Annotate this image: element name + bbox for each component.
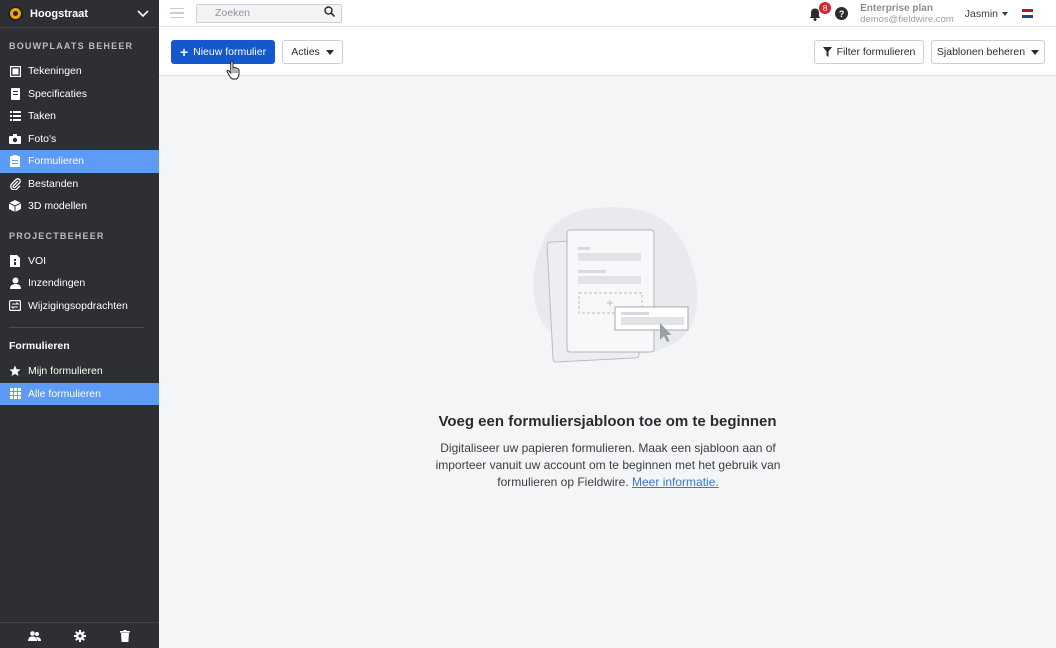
filter-forms-button[interactable]: Filter formulieren — [814, 40, 924, 64]
sidebar-item-label: Taken — [28, 110, 57, 123]
more-info-link[interactable]: Meer informatie. — [632, 475, 719, 489]
search-icon[interactable] — [324, 4, 336, 22]
sidebar-item-label: 3D modellen — [28, 200, 87, 213]
sidebar-item-3d-models[interactable]: 3D modellen — [0, 195, 159, 218]
sidebar-item-tasks[interactable]: Taken — [0, 105, 159, 128]
sidebar-item-rfi[interactable]: VOI — [0, 250, 159, 273]
chevron-down-icon[interactable] — [135, 8, 151, 20]
section-title-site-management: BOUWPLAATS BEHEER — [9, 41, 134, 51]
gear-icon[interactable] — [72, 628, 88, 644]
filter-label: Filter formulieren — [836, 46, 916, 58]
forms-section-title: Formulieren — [9, 340, 70, 352]
sidebar-item-label: Mijn formulieren — [28, 365, 103, 378]
star-icon — [9, 365, 21, 377]
plan-info: Enterprise plan demos@fieldwire.com — [860, 3, 954, 25]
search-input[interactable]: Zoeken — [196, 3, 342, 23]
forms-icon — [9, 155, 21, 168]
caret-down-icon — [325, 49, 334, 55]
templates-label: Sjablonen beheren — [936, 46, 1026, 58]
cube-icon — [9, 200, 21, 213]
sidebar-item-forms[interactable]: Formulieren — [0, 150, 159, 173]
sidebar-item-specifications[interactable]: Specificaties — [0, 83, 159, 106]
caret-down-icon — [1002, 11, 1008, 16]
sidebar-item-submittals[interactable]: Inzendingen — [0, 272, 159, 295]
sidebar-item-label: Inzendingen — [28, 277, 86, 290]
paperclip-icon — [9, 177, 21, 190]
section-title-project-management: PROJECTBEHEER — [9, 230, 105, 241]
actions-label: Acties — [291, 46, 320, 58]
sidebar-item-label: Wijzigingsopdrachten — [28, 299, 128, 312]
sidebar-item-files[interactable]: Bestanden — [0, 173, 159, 196]
plan-name: Enterprise plan — [860, 2, 933, 14]
new-form-button[interactable]: + Nieuw formulier — [171, 40, 275, 64]
plan-email: demos@fieldwire.com — [860, 13, 954, 25]
sidebar-item-label: Alle formulieren — [28, 387, 101, 400]
manage-templates-dropdown[interactable]: Sjablonen beheren — [931, 40, 1045, 64]
project-name: Hoogstraat — [30, 7, 89, 20]
notification-badge: 8 — [819, 1, 832, 14]
sidebar-item-drawings[interactable]: Tekeningen — [0, 60, 159, 83]
grid-icon — [9, 388, 21, 400]
sidebar-item-change-orders[interactable]: Wijzigingsopdrachten — [0, 295, 159, 318]
sidebar-item-label: Tekeningen — [28, 65, 82, 78]
tasks-icon — [9, 110, 21, 122]
sidebar-footer — [0, 622, 159, 648]
main-content: Voeg een formuliersjabloon toe om te beg… — [159, 76, 1056, 648]
help-icon[interactable]: ? — [835, 7, 849, 20]
people-icon[interactable] — [27, 628, 43, 644]
sidebar-item-my-forms[interactable]: Mijn formulieren — [0, 360, 159, 383]
camera-icon — [9, 133, 21, 145]
new-form-label: Nieuw formulier — [193, 46, 267, 58]
caret-down-icon — [1031, 49, 1040, 55]
top-bar: Zoeken 8 ? Enterprise plan demos@fieldwi… — [159, 0, 1056, 27]
project-selector[interactable]: Hoogstraat — [0, 0, 159, 28]
project-logo-icon — [8, 6, 23, 21]
search-placeholder: Zoeken — [215, 7, 251, 19]
submittals-icon — [9, 277, 21, 290]
sidebar-item-label: Formulieren — [28, 155, 85, 168]
user-name: Jasmin — [964, 7, 998, 20]
sidebar-divider — [9, 327, 144, 328]
form-template-illustration — [533, 207, 698, 363]
sidebar-item-label: VOI — [28, 254, 47, 267]
filter-icon — [822, 47, 832, 57]
sidebar: Hoogstraat BOUWPLAATS BEHEER Tekeningen … — [0, 0, 159, 648]
drawings-icon — [9, 65, 21, 77]
empty-state-title: Voeg een formuliersjabloon toe om te beg… — [438, 413, 777, 430]
sidebar-item-label: Foto's — [28, 132, 57, 145]
notifications-button[interactable]: 8 — [808, 1, 832, 22]
user-menu[interactable]: Jasmin — [965, 8, 1008, 20]
forms-toolbar: + Nieuw formulier Acties Filter formulie… — [159, 27, 1056, 76]
plus-icon: + — [179, 44, 189, 60]
empty-state-description: Digitaliseer uw papieren formulieren. Ma… — [423, 440, 793, 491]
menu-icon[interactable] — [170, 5, 184, 22]
sidebar-item-label: Bestanden — [28, 177, 79, 190]
sidebar-item-photos[interactable]: Foto's — [0, 128, 159, 151]
empty-state-text: Digitaliseer uw papieren formulieren. Ma… — [435, 441, 781, 489]
actions-dropdown[interactable]: Acties — [282, 40, 343, 64]
specifications-icon — [9, 87, 21, 100]
change-orders-icon — [9, 300, 21, 312]
language-flag-icon[interactable] — [1022, 9, 1033, 18]
rfi-icon — [9, 254, 21, 267]
trash-icon[interactable] — [117, 628, 133, 644]
sidebar-item-all-forms[interactable]: Alle formulieren — [0, 382, 159, 405]
sidebar-item-label: Specificaties — [28, 87, 87, 100]
